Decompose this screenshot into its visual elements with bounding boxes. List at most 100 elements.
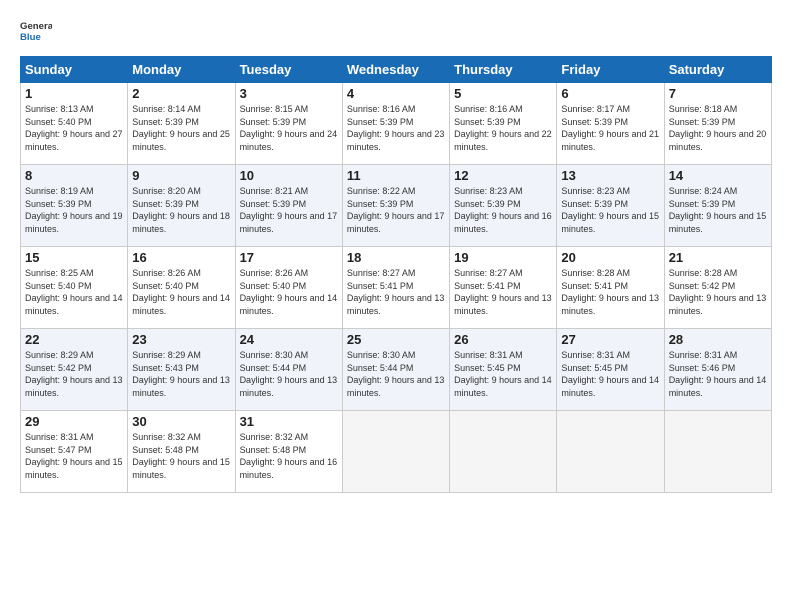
calendar-week-row: 22 Sunrise: 8:29 AMSunset: 5:42 PMDayligh… (21, 329, 772, 411)
calendar-cell: 23 Sunrise: 8:29 AMSunset: 5:43 PMDayligh… (128, 329, 235, 411)
calendar-cell: 30Sunrise: 8:32 AMSunset: 5:48 PMDayligh… (128, 411, 235, 493)
calendar-cell: 19 Sunrise: 8:27 AMSunset: 5:41 PMDayligh… (450, 247, 557, 329)
svg-text:Blue: Blue (20, 32, 41, 43)
day-info: Sunrise: 8:22 AMSunset: 5:39 PMDaylight:… (347, 185, 445, 235)
calendar-cell: 26 Sunrise: 8:31 AMSunset: 5:45 PMDayligh… (450, 329, 557, 411)
day-info: Sunrise: 8:23 AMSunset: 5:39 PMDaylight:… (454, 185, 552, 235)
day-number: 18 (347, 250, 445, 265)
logo: General Blue (20, 16, 52, 48)
day-info: Sunrise: 8:29 AMSunset: 5:42 PMDaylight:… (25, 349, 123, 399)
calendar-cell: 25 Sunrise: 8:30 AMSunset: 5:44 PMDayligh… (342, 329, 449, 411)
calendar-cell (664, 411, 771, 493)
calendar-header-cell: Thursday (450, 57, 557, 83)
calendar-cell: 5 Sunrise: 8:16 AMSunset: 5:39 PMDaylight… (450, 83, 557, 165)
day-number: 24 (240, 332, 338, 347)
day-info: Sunrise: 8:32 AMSunset: 5:48 PMDaylight:… (132, 431, 230, 481)
calendar-cell (450, 411, 557, 493)
calendar-cell: 10 Sunrise: 8:21 AMSunset: 5:39 PMDayligh… (235, 165, 342, 247)
calendar-cell: 9 Sunrise: 8:20 AMSunset: 5:39 PMDaylight… (128, 165, 235, 247)
calendar-cell: 4Sunrise: 8:16 AMSunset: 5:39 PMDaylight… (342, 83, 449, 165)
day-number: 17 (240, 250, 338, 265)
day-info: Sunrise: 8:14 AMSunset: 5:39 PMDaylight:… (132, 103, 230, 153)
calendar-header-cell: Tuesday (235, 57, 342, 83)
day-info: Sunrise: 8:23 AMSunset: 5:39 PMDaylight:… (561, 185, 659, 235)
day-info: Sunrise: 8:25 AMSunset: 5:40 PMDaylight:… (25, 267, 123, 317)
day-info: Sunrise: 8:20 AMSunset: 5:39 PMDaylight:… (132, 185, 230, 235)
day-number: 29 (25, 414, 123, 429)
svg-text:General: General (20, 21, 52, 32)
calendar-cell: 17Sunrise: 8:26 AMSunset: 5:40 PMDayligh… (235, 247, 342, 329)
calendar-cell: 7Sunrise: 8:18 AMSunset: 5:39 PMDaylight… (664, 83, 771, 165)
calendar-cell: 14Sunrise: 8:24 AMSunset: 5:39 PMDayligh… (664, 165, 771, 247)
calendar-week-row: 15 Sunrise: 8:25 AMSunset: 5:40 PMDayligh… (21, 247, 772, 329)
calendar-cell: 2 Sunrise: 8:14 AMSunset: 5:39 PMDaylight… (128, 83, 235, 165)
day-number: 7 (669, 86, 767, 101)
calendar-header-cell: Wednesday (342, 57, 449, 83)
day-info: Sunrise: 8:30 AMSunset: 5:44 PMDaylight:… (347, 349, 445, 399)
day-number: 13 (561, 168, 659, 183)
day-number: 20 (561, 250, 659, 265)
calendar-header-cell: Friday (557, 57, 664, 83)
day-info: Sunrise: 8:29 AMSunset: 5:43 PMDaylight:… (132, 349, 230, 399)
day-number: 25 (347, 332, 445, 347)
day-number: 3 (240, 86, 338, 101)
day-info: Sunrise: 8:19 AMSunset: 5:39 PMDaylight:… (25, 185, 123, 235)
day-info: Sunrise: 8:28 AMSunset: 5:42 PMDaylight:… (669, 267, 767, 317)
day-info: Sunrise: 8:30 AMSunset: 5:44 PMDaylight:… (240, 349, 338, 399)
calendar-header-cell: Monday (128, 57, 235, 83)
logo-icon: General Blue (20, 16, 52, 48)
page-container: General Blue SundayMondayTuesdayWednesda… (0, 0, 792, 503)
day-number: 15 (25, 250, 123, 265)
day-number: 2 (132, 86, 230, 101)
calendar-header-cell: Saturday (664, 57, 771, 83)
calendar-cell: 16 Sunrise: 8:26 AMSunset: 5:40 PMDayligh… (128, 247, 235, 329)
day-number: 16 (132, 250, 230, 265)
day-number: 5 (454, 86, 552, 101)
calendar-cell: 24 Sunrise: 8:30 AMSunset: 5:44 PMDayligh… (235, 329, 342, 411)
day-number: 26 (454, 332, 552, 347)
day-number: 11 (347, 168, 445, 183)
calendar-cell: 13 Sunrise: 8:23 AMSunset: 5:39 PMDayligh… (557, 165, 664, 247)
day-info: Sunrise: 8:21 AMSunset: 5:39 PMDaylight:… (240, 185, 338, 235)
day-info: Sunrise: 8:27 AMSunset: 5:41 PMDaylight:… (347, 267, 445, 317)
day-info: Sunrise: 8:26 AMSunset: 5:40 PMDaylight:… (132, 267, 230, 317)
day-info: Sunrise: 8:32 AMSunset: 5:48 PMDaylight:… (240, 431, 338, 481)
calendar-cell: 29 Sunrise: 8:31 AMSunset: 5:47 PMDayligh… (21, 411, 128, 493)
day-info: Sunrise: 8:17 AMSunset: 5:39 PMDaylight:… (561, 103, 659, 153)
day-number: 12 (454, 168, 552, 183)
calendar-week-row: 8 Sunrise: 8:19 AMSunset: 5:39 PMDaylight… (21, 165, 772, 247)
day-number: 28 (669, 332, 767, 347)
day-number: 19 (454, 250, 552, 265)
day-number: 1 (25, 86, 123, 101)
day-number: 21 (669, 250, 767, 265)
calendar-cell: 6 Sunrise: 8:17 AMSunset: 5:39 PMDaylight… (557, 83, 664, 165)
day-number: 10 (240, 168, 338, 183)
calendar-cell: 18 Sunrise: 8:27 AMSunset: 5:41 PMDayligh… (342, 247, 449, 329)
day-info: Sunrise: 8:31 AMSunset: 5:45 PMDaylight:… (454, 349, 552, 399)
day-info: Sunrise: 8:31 AMSunset: 5:47 PMDaylight:… (25, 431, 123, 481)
day-number: 23 (132, 332, 230, 347)
calendar-cell: 21 Sunrise: 8:28 AMSunset: 5:42 PMDayligh… (664, 247, 771, 329)
calendar-cell (342, 411, 449, 493)
page-header: General Blue (20, 16, 772, 48)
day-info: Sunrise: 8:15 AMSunset: 5:39 PMDaylight:… (240, 103, 338, 153)
day-info: Sunrise: 8:16 AMSunset: 5:39 PMDaylight:… (347, 103, 445, 153)
calendar-cell: 27Sunrise: 8:31 AMSunset: 5:45 PMDayligh… (557, 329, 664, 411)
day-info: Sunrise: 8:31 AMSunset: 5:46 PMDaylight:… (669, 349, 767, 399)
calendar-cell: 3 Sunrise: 8:15 AMSunset: 5:39 PMDaylight… (235, 83, 342, 165)
day-info: Sunrise: 8:13 AMSunset: 5:40 PMDaylight:… (25, 103, 123, 153)
calendar-cell: 15 Sunrise: 8:25 AMSunset: 5:40 PMDayligh… (21, 247, 128, 329)
day-number: 6 (561, 86, 659, 101)
calendar-cell: 31Sunrise: 8:32 AMSunset: 5:48 PMDayligh… (235, 411, 342, 493)
day-info: Sunrise: 8:27 AMSunset: 5:41 PMDaylight:… (454, 267, 552, 317)
day-number: 8 (25, 168, 123, 183)
calendar-cell: 8 Sunrise: 8:19 AMSunset: 5:39 PMDaylight… (21, 165, 128, 247)
day-number: 9 (132, 168, 230, 183)
calendar-cell: 22 Sunrise: 8:29 AMSunset: 5:42 PMDayligh… (21, 329, 128, 411)
calendar-cell: 20Sunrise: 8:28 AMSunset: 5:41 PMDayligh… (557, 247, 664, 329)
day-info: Sunrise: 8:16 AMSunset: 5:39 PMDaylight:… (454, 103, 552, 153)
calendar-body: 1 Sunrise: 8:13 AMSunset: 5:40 PMDaylight… (21, 83, 772, 493)
calendar-cell: 28 Sunrise: 8:31 AMSunset: 5:46 PMDayligh… (664, 329, 771, 411)
day-number: 22 (25, 332, 123, 347)
day-number: 14 (669, 168, 767, 183)
